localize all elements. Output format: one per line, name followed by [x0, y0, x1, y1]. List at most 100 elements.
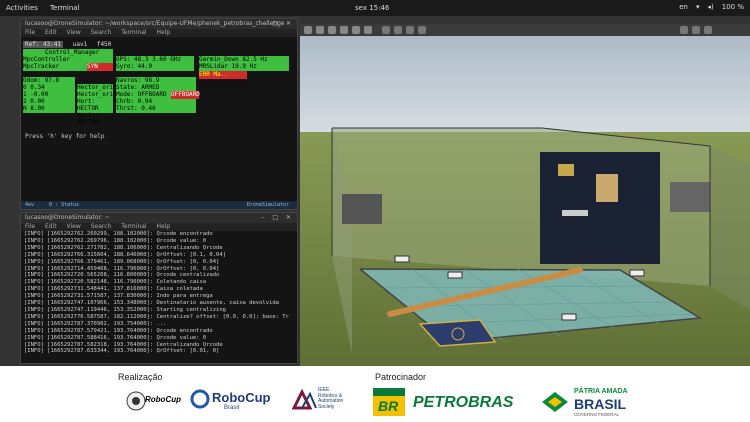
menu-terminal[interactable]: Terminal — [121, 223, 146, 230]
odom-rate: Odom: 97.8 — [23, 77, 60, 84]
sky — [300, 24, 750, 134]
odom-z: 2 0.00 — [23, 98, 45, 105]
sync-badge: SYN — [87, 63, 113, 71]
lidar-rate: 19.9 Hz — [231, 63, 257, 70]
mavros-battery: Chrb: 0.94 — [116, 98, 153, 105]
translate-tool-icon[interactable] — [316, 26, 324, 34]
log-line: [INFO] [1665292720.565208, 116.800000]: … — [24, 272, 220, 279]
poster-1 — [558, 164, 574, 176]
menu-bar: File Edit View Search Terminal Help — [21, 29, 297, 37]
menu-edit[interactable]: Edit — [45, 223, 57, 230]
arena-right-wall — [710, 146, 750, 310]
log-line: [INFO] [1665292762.271782, 188.106000]: … — [24, 244, 223, 251]
poster-2 — [596, 174, 618, 202]
gyro-rate: Gyro: 44.9 — [116, 63, 153, 70]
menu-terminal[interactable]: Terminal — [121, 29, 146, 36]
menu-file[interactable]: File — [25, 223, 35, 230]
odom-y: 1 -0.00 — [23, 91, 49, 98]
odom-heading: N 8.00 — [23, 105, 45, 112]
log-line: [INFO] [1665292714.459408, 116.796000]: … — [24, 265, 220, 272]
patrocinador-label: Patrocinador — [375, 372, 427, 382]
poster-3 — [562, 210, 588, 216]
estimator-4: Hort: HECTOR — [77, 112, 99, 126]
simulation-viewport[interactable] — [300, 24, 750, 366]
terminal-window-status[interactable]: lucasoo@DroneSimulator: ~/workspace/src/… — [20, 18, 298, 210]
brasil-text: BRASIL — [574, 396, 627, 412]
menu-help[interactable]: Help — [157, 223, 171, 230]
battery-label[interactable]: 100 % — [722, 3, 744, 11]
log-line: [INFO] [1665292747.119446, 153.352000]: … — [24, 306, 226, 313]
governo-federal-logo: PÁTRIA AMADA BRASIL GOVERNO FEDERAL — [540, 388, 628, 420]
terminal-window-log[interactable]: lucasoo@DroneSimulator: ~ – □ ✕ File Edi… — [20, 212, 298, 364]
shelf-right — [670, 182, 710, 212]
menu-search[interactable]: Search — [91, 29, 112, 36]
window-title-bar[interactable]: lucasoo@DroneSimulator: ~/workspace/src/… — [21, 19, 297, 29]
window-controls[interactable]: – □ ✕ — [261, 213, 294, 223]
menu-view[interactable]: View — [67, 29, 81, 36]
robocup-text: RoboCup — [145, 395, 181, 404]
window-title: lucasoo@DroneSimulator: ~ — [25, 214, 110, 221]
window-title: lucasoo@DroneSimulator: ~/workspace/src/… — [25, 20, 285, 27]
undo-icon[interactable] — [352, 26, 360, 34]
menu-help[interactable]: Help — [157, 29, 171, 36]
mavros-thrust: Thrst: 0.46 — [116, 105, 156, 112]
governo-federal-text: GOVERNO FEDERAL — [574, 412, 620, 417]
log-line: [INFO] [1665292747.107966, 153.348000]: … — [24, 300, 279, 307]
screenshot-icon[interactable] — [680, 26, 688, 34]
patria-amada-text: PÁTRIA AMADA — [574, 388, 628, 395]
sphere-shape-icon[interactable] — [394, 26, 402, 34]
log-line: [INFO] [1665292766.315604, 188.646000]: … — [24, 251, 226, 258]
menu-file[interactable]: File — [25, 29, 35, 36]
select-tool-icon[interactable] — [304, 26, 312, 34]
menu-search[interactable]: Search — [91, 223, 112, 230]
3d-scene[interactable] — [300, 24, 750, 366]
cylinder-shape-icon[interactable] — [406, 26, 414, 34]
terminal-app-menu[interactable]: Terminal — [50, 4, 80, 12]
menu-view[interactable]: View — [67, 223, 81, 230]
mavros-rate: Navros: 98.9 — [116, 77, 160, 84]
garmin-name: Garmin_Down — [199, 56, 239, 63]
window-title-bar[interactable]: lucasoo@DroneSimulator: ~ – □ ✕ — [21, 213, 297, 223]
log-line: [INFO] [1665292731.571587, 137.830000]: … — [24, 293, 213, 300]
activities-button[interactable]: Activities — [6, 4, 38, 12]
redo-icon[interactable] — [364, 26, 372, 34]
sim-toolbar — [300, 24, 750, 36]
garmin-rate: 82.5 Hz — [242, 56, 268, 63]
tmux-tab-bar: 4ev 0 : Status DroneSimulator — [21, 201, 297, 209]
log-line: [INFO] [1665292766.379461, 189.068000]: … — [24, 258, 220, 265]
system-top-bar: Activities Terminal sex 15:46 en ▾ ◂) 10… — [0, 0, 750, 16]
tmux-tab-status[interactable]: 0 : Status — [49, 202, 79, 208]
language-indicator[interactable]: en — [679, 3, 688, 11]
window-controls[interactable]: – □ ✕ — [261, 19, 294, 29]
ref-tab: Ref: 43:41 — [23, 41, 64, 48]
odom-x: 0 0.34 — [23, 84, 45, 91]
log-line: [INFO] [1665292787.582318, 193.764000]: … — [24, 341, 223, 348]
cpu-freq: 3.60 GHz — [152, 56, 182, 63]
box-shape-icon[interactable] — [382, 26, 390, 34]
clock[interactable]: sex 15:46 — [355, 4, 389, 12]
br-logo: BR — [373, 388, 405, 416]
tmux-host: DroneSimulator — [246, 202, 289, 208]
gps-rate: GPS: 48.3 — [116, 56, 149, 63]
sponsors-footer: Realização Patrocinador RoboCup RoboCup … — [0, 366, 750, 422]
log-icon[interactable] — [704, 26, 712, 34]
error-badge: ERR Ma.. — [199, 71, 247, 79]
log-output[interactable]: [INFO] [1665292762.260299, 188.102000]: … — [21, 231, 297, 355]
tmux-tab-0[interactable]: 4ev — [25, 202, 34, 208]
rotate-tool-icon[interactable] — [328, 26, 336, 34]
volume-icon[interactable]: ◂) — [708, 3, 714, 11]
log-line: [INFO] [1665292731.548441, 137.816000]: … — [24, 286, 203, 293]
panel-header: Control_Manager — [45, 49, 100, 56]
log-line: [INFO] [1665292787.370982, 193.754000]: … — [24, 320, 167, 327]
scale-tool-icon[interactable] — [340, 26, 348, 34]
help-hint: Press 'h' key for help — [25, 133, 105, 140]
light-icon[interactable] — [418, 26, 426, 34]
mavros-state: State: ARMED — [116, 84, 160, 91]
network-icon[interactable]: ▾ — [696, 3, 700, 11]
record-icon[interactable] — [692, 26, 700, 34]
menu-edit[interactable]: Edit — [45, 29, 57, 36]
controller-name: MpcController — [23, 56, 70, 63]
uav-name: uav1 — [72, 41, 88, 48]
menu-bar: File Edit View Search Terminal Help — [21, 223, 297, 231]
robocup-brasil-text: RoboCup — [212, 390, 271, 405]
